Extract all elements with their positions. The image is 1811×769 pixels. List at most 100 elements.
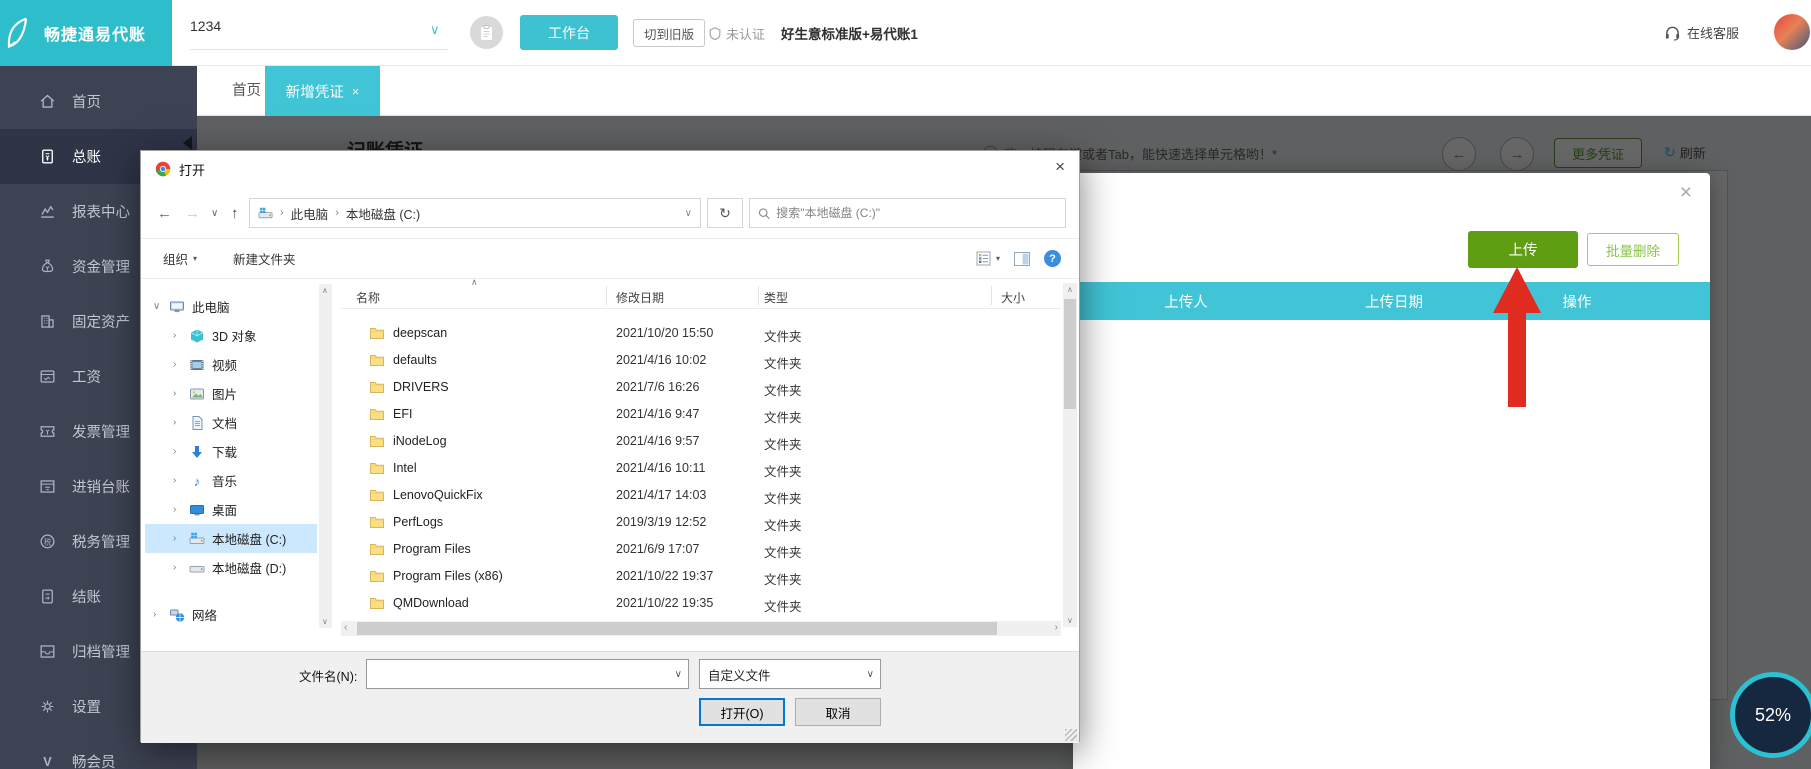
tree-scrollbar[interactable]: ∧ ∨ <box>319 284 332 628</box>
tree-expander-icon[interactable]: › <box>173 388 189 399</box>
file-modified-date: 2021/10/22 19:37 <box>616 569 714 583</box>
file-row[interactable]: QMDownload 2021/10/22 19:35 文件夹 <box>341 590 1061 617</box>
file-row[interactable]: DRIVERS 2021/7/6 16:26 文件夹 <box>341 374 1061 401</box>
table-column-header: 上传人 <box>1164 294 1208 311</box>
file-list-vertical-scrollbar[interactable]: ∧ ∨ <box>1063 283 1077 627</box>
breadcrumb[interactable]: › 此电脑 › 本地磁盘 (C:) ∨ <box>249 198 701 228</box>
scroll-down-icon[interactable]: ∨ <box>1067 616 1073 625</box>
combo-dropdown-icon[interactable]: ∨ <box>675 669 682 680</box>
filename-input[interactable] <box>367 667 675 681</box>
upload-button[interactable]: 上传 <box>1468 231 1578 268</box>
clipboard-icon[interactable] <box>470 16 503 49</box>
tree-item[interactable]: › 文档 <box>145 408 317 437</box>
scroll-up-icon[interactable]: ∧ <box>1067 285 1073 294</box>
tree-expander-icon[interactable]: › <box>173 533 189 544</box>
scroll-left-icon[interactable]: ‹ <box>344 622 347 633</box>
tree-item-label: 本地磁盘 (C:) <box>212 533 287 547</box>
help-icon[interactable]: ? <box>1044 250 1061 267</box>
history-chevron-icon[interactable]: ∨ <box>211 187 218 239</box>
edition-label: 好生意标准版+易代账1 <box>781 27 918 42</box>
search-box[interactable] <box>749 198 1066 228</box>
back-icon[interactable]: ← <box>157 187 172 239</box>
view-mode-button[interactable]: ▾ <box>976 251 1000 266</box>
tree-item[interactable]: › 图片 <box>145 379 317 408</box>
file-row[interactable]: Intel 2021/4/16 10:11 文件夹 <box>341 455 1061 482</box>
sidebar-item-label: 结账 <box>72 590 101 606</box>
file-row[interactable]: deepscan 2021/10/20 15:50 文件夹 <box>341 320 1061 347</box>
batch-delete-button[interactable]: 批量删除 <box>1587 233 1679 266</box>
scrollbar-thumb[interactable] <box>1064 299 1076 409</box>
preview-pane-icon[interactable] <box>1014 251 1030 266</box>
resize-grip[interactable] <box>1065 729 1077 741</box>
tree-item[interactable]: › 视频 <box>145 350 317 379</box>
column-modified[interactable]: 修改日期 <box>616 289 664 306</box>
refresh-button[interactable]: ↻ <box>707 198 743 228</box>
tree-expander-icon[interactable]: › <box>173 330 189 341</box>
tree-expander-icon[interactable]: › <box>153 609 169 620</box>
online-support[interactable]: 在线客服 <box>1664 23 1739 42</box>
breadcrumb-root[interactable]: 此电脑 <box>291 204 329 223</box>
tree-expander-icon[interactable]: › <box>173 359 189 370</box>
folder-icon <box>369 514 385 530</box>
up-icon[interactable]: ↑ <box>231 187 239 239</box>
dialog-title-bar[interactable]: 打开 × <box>141 151 1079 187</box>
brand-name: 畅捷通易代账 <box>44 27 147 44</box>
tab-close-icon[interactable]: × <box>352 84 360 99</box>
avatar[interactable] <box>1774 14 1810 50</box>
workbench-button[interactable]: 工作台 <box>520 15 618 50</box>
organize-button[interactable]: 组织 ▾ <box>163 249 197 268</box>
tree-expander-icon[interactable]: › <box>173 504 189 515</box>
chevron-down-icon[interactable]: ∨ <box>430 22 440 38</box>
tree-expander-icon[interactable]: › <box>173 417 189 428</box>
dialog-close-icon[interactable]: × <box>1055 157 1065 177</box>
new-folder-button[interactable]: 新建文件夹 <box>233 249 296 268</box>
sidebar-item-icon <box>38 367 57 386</box>
tree-item[interactable]: › 本地磁盘 (C:) <box>145 524 317 553</box>
scroll-down-icon[interactable]: ∨ <box>322 617 328 626</box>
sidebar-collapse-icon[interactable] <box>183 136 192 150</box>
tree-expander-icon[interactable]: › <box>173 562 189 573</box>
breadcrumb-dropdown-icon[interactable]: ∨ <box>685 208 692 219</box>
search-input[interactable] <box>776 206 1057 220</box>
tab-new-voucher[interactable]: 新增凭证 × <box>265 66 380 116</box>
tree-item[interactable]: › 音乐 <box>145 466 317 495</box>
filetype-select[interactable]: 自定义文件 ∨ <box>699 659 881 689</box>
column-size[interactable]: 大小 <box>1001 289 1025 306</box>
file-row[interactable]: iNodeLog 2021/4/16 9:57 文件夹 <box>341 428 1061 455</box>
file-row[interactable]: Program Files (x86) 2021/10/22 19:37 文件夹 <box>341 563 1061 590</box>
sidebar-item-label: 报表中心 <box>72 205 130 221</box>
filename-combo: ∨ <box>366 659 689 689</box>
breadcrumb-current[interactable]: 本地磁盘 (C:) <box>346 204 420 223</box>
file-row[interactable]: EFI 2021/4/16 9:47 文件夹 <box>341 401 1061 428</box>
tree-expander-icon[interactable]: › <box>173 446 189 457</box>
cancel-button[interactable]: 取消 <box>795 698 881 726</box>
scrollbar-thumb[interactable] <box>357 622 997 635</box>
file-row[interactable]: defaults 2021/4/16 10:02 文件夹 <box>341 347 1061 374</box>
column-type[interactable]: 类型 <box>764 289 788 306</box>
file-row[interactable]: PerfLogs 2019/3/19 12:52 文件夹 <box>341 509 1061 536</box>
tree-expander-icon[interactable]: ∨ <box>153 301 169 312</box>
sidebar-item[interactable]: 首页 <box>0 74 197 129</box>
column-name[interactable]: 名称 <box>356 289 380 306</box>
account-select[interactable]: 1234 ∨ <box>190 18 448 50</box>
tree-item[interactable]: › 3D 对象 <box>145 321 317 350</box>
tree-item[interactable]: › 本地磁盘 (D:) <box>145 553 317 582</box>
forward-icon[interactable]: → <box>185 187 200 239</box>
file-type: 文件夹 <box>764 330 802 344</box>
file-modified-date: 2021/7/6 16:26 <box>616 380 700 394</box>
file-list-horizontal-scrollbar[interactable]: ‹ › <box>341 621 1061 636</box>
tree-item-label: 图片 <box>212 388 238 402</box>
file-row[interactable]: LenovoQuickFix 2021/4/17 14:03 文件夹 <box>341 482 1061 509</box>
tree-expander-icon[interactable]: › <box>173 475 189 486</box>
tree-item[interactable]: ∨ 此电脑 <box>145 292 317 321</box>
tree-item[interactable]: › 下载 <box>145 437 317 466</box>
modal-close-icon[interactable]: × <box>1680 181 1692 205</box>
tree-item[interactable]: › 网络 <box>145 600 317 629</box>
file-type: 文件夹 <box>764 492 802 506</box>
open-button[interactable]: 打开(O) <box>699 698 785 726</box>
switch-old-version-button[interactable]: 切到旧版 <box>633 19 706 47</box>
scroll-up-icon[interactable]: ∧ <box>322 286 328 295</box>
file-row[interactable]: Program Files 2021/6/9 17:07 文件夹 <box>341 536 1061 563</box>
tree-item[interactable]: › 桌面 <box>145 495 317 524</box>
scroll-right-icon[interactable]: › <box>1055 622 1058 633</box>
